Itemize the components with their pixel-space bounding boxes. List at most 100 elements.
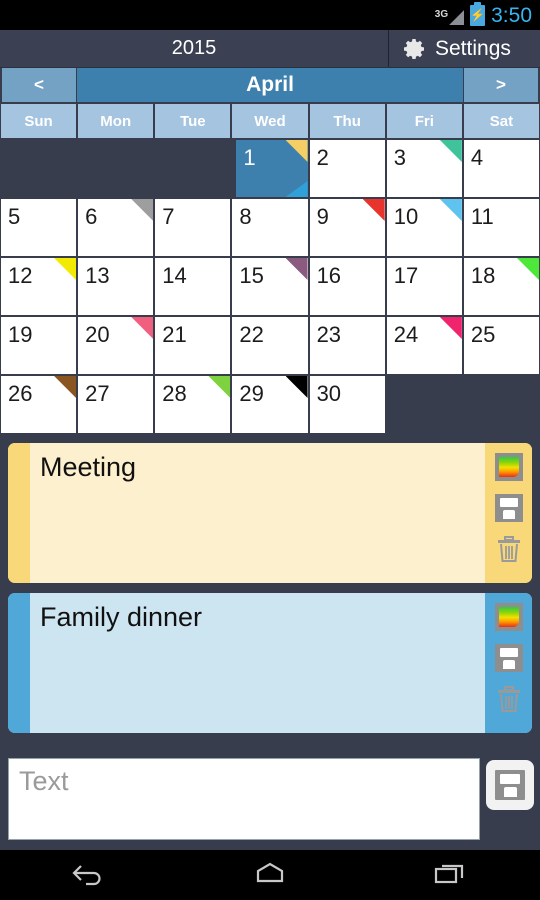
calendar-day-17[interactable]: 17	[386, 258, 462, 315]
calendar-day-1[interactable]: 1	[232, 140, 308, 197]
event-tool-column	[485, 443, 532, 583]
calendar-day-10[interactable]: 10	[386, 199, 462, 256]
day-number: 5	[8, 204, 21, 229]
day-number: 10	[393, 204, 419, 229]
calendar-day-27[interactable]: 27	[78, 376, 154, 433]
save-icon	[494, 494, 523, 522]
calendar-day-18[interactable]: 18	[463, 258, 539, 315]
calendar-day-8[interactable]: 8	[232, 199, 308, 256]
calendar-day-9[interactable]: 9	[309, 199, 385, 256]
calendar-day-15[interactable]: 15	[232, 258, 308, 315]
day-number: 8	[239, 204, 252, 229]
calendar-day-24[interactable]: 24	[386, 317, 462, 374]
calendar-day-30[interactable]: 30	[309, 376, 385, 433]
calendar-day-20[interactable]: 20	[78, 317, 154, 374]
calendar-day-11[interactable]: 11	[463, 199, 539, 256]
save-icon-label-part	[499, 498, 518, 507]
next-month-button[interactable]: >	[464, 68, 538, 102]
back-icon	[72, 860, 108, 891]
calendar-cell-empty	[155, 140, 231, 197]
save-icon	[494, 644, 523, 672]
calendar-day-13[interactable]: 13	[78, 258, 154, 315]
event-marker-triangle	[54, 376, 77, 398]
event-body: Meeting	[30, 443, 485, 583]
calendar-week-row: 5 6 7 8 9 10 11	[1, 199, 539, 256]
color-gradient-swatch	[498, 607, 519, 627]
day-number: 18	[470, 263, 496, 288]
event-save-button[interactable]	[493, 642, 525, 674]
save-icon-shutter-part	[504, 787, 517, 797]
event-delete-button[interactable]	[493, 533, 525, 565]
day-number: 19	[8, 322, 33, 347]
event-marker-triangle	[285, 376, 308, 398]
day-number: 6	[85, 204, 98, 229]
day-number: 25	[470, 322, 496, 347]
calendar-day-19[interactable]: 19	[1, 317, 77, 374]
prev-month-button[interactable]: <	[2, 68, 76, 102]
home-button[interactable]	[225, 855, 315, 895]
save-icon-label-part	[499, 648, 518, 657]
calendar-day-12[interactable]: 12	[1, 258, 77, 315]
calendar-cell-empty	[463, 376, 539, 433]
month-navigation-bar: < April >	[0, 68, 540, 102]
calendar-day-3[interactable]: 3	[386, 140, 462, 197]
day-number: 24	[393, 322, 419, 347]
calendar-day-14[interactable]: 14	[155, 258, 231, 315]
weekday-header-tue: Tue	[155, 104, 231, 138]
event-tool-column	[485, 593, 532, 733]
recents-button[interactable]	[405, 855, 495, 895]
weekday-header-fri: Fri	[386, 104, 462, 138]
day-number: 13	[85, 263, 110, 288]
calendar-day-5[interactable]: 5	[1, 199, 77, 256]
event-color-picker-button[interactable]	[493, 601, 525, 633]
calendar-day-28[interactable]: 28	[155, 376, 231, 433]
event-delete-button[interactable]	[493, 683, 525, 715]
calendar-day-23[interactable]: 23	[309, 317, 385, 374]
network-type-label: 3G	[434, 9, 449, 20]
trash-icon	[496, 685, 522, 713]
event-card[interactable]: Meeting	[8, 443, 532, 583]
calendar-day-22[interactable]: 22	[232, 317, 308, 374]
back-button[interactable]	[45, 855, 135, 895]
day-number: 1	[243, 145, 256, 170]
event-color-picker-button[interactable]	[493, 451, 525, 483]
day-number: 7	[162, 204, 175, 229]
app-title-bar: 2015 Settings	[0, 30, 540, 68]
settings-button[interactable]: Settings	[388, 30, 540, 67]
day-number: 9	[316, 204, 329, 229]
save-icon-shutter-part	[502, 510, 515, 519]
event-marker-triangle	[208, 376, 231, 398]
weekday-header-sun: Sun	[1, 104, 77, 138]
calendar-day-25[interactable]: 25	[463, 317, 539, 374]
calendar-week-row: 19 20 21 22 23 24 25	[1, 317, 539, 374]
event-save-button[interactable]	[493, 492, 525, 524]
event-text-input[interactable]	[8, 758, 480, 840]
calendar-day-7[interactable]: 7	[155, 199, 231, 256]
day-number: 2	[316, 145, 329, 170]
calendar-day-2[interactable]: 2	[309, 140, 385, 197]
event-body: Family dinner	[30, 593, 485, 733]
calendar-day-4[interactable]: 4	[463, 140, 539, 197]
color-picker-icon	[494, 453, 523, 481]
calendar-day-16[interactable]: 16	[309, 258, 385, 315]
save-event-button[interactable]	[486, 760, 534, 810]
day-number: 17	[393, 263, 419, 288]
home-icon	[252, 860, 288, 891]
event-card[interactable]: Family dinner	[8, 593, 532, 733]
event-marker-triangle	[439, 199, 462, 221]
recents-icon	[432, 860, 468, 891]
status-bar-right-group: 3G ⚡ 3:50	[434, 1, 532, 26]
event-marker-triangle	[516, 258, 539, 280]
calendar-day-6[interactable]: 6	[78, 199, 154, 256]
calendar-day-29[interactable]: 29	[232, 376, 308, 433]
gear-icon	[403, 37, 427, 61]
weekday-header-sat: Sat	[463, 104, 539, 138]
calendar-day-26[interactable]: 26	[1, 376, 77, 433]
day-number: 3	[393, 145, 406, 170]
calendar-day-21[interactable]: 21	[155, 317, 231, 374]
event-marker-triangle	[362, 199, 385, 221]
day-number: 30	[316, 381, 342, 406]
save-icon-label-part	[500, 774, 520, 784]
signal-bars-icon: 3G	[434, 5, 465, 25]
calendar-cell-empty	[78, 140, 154, 197]
